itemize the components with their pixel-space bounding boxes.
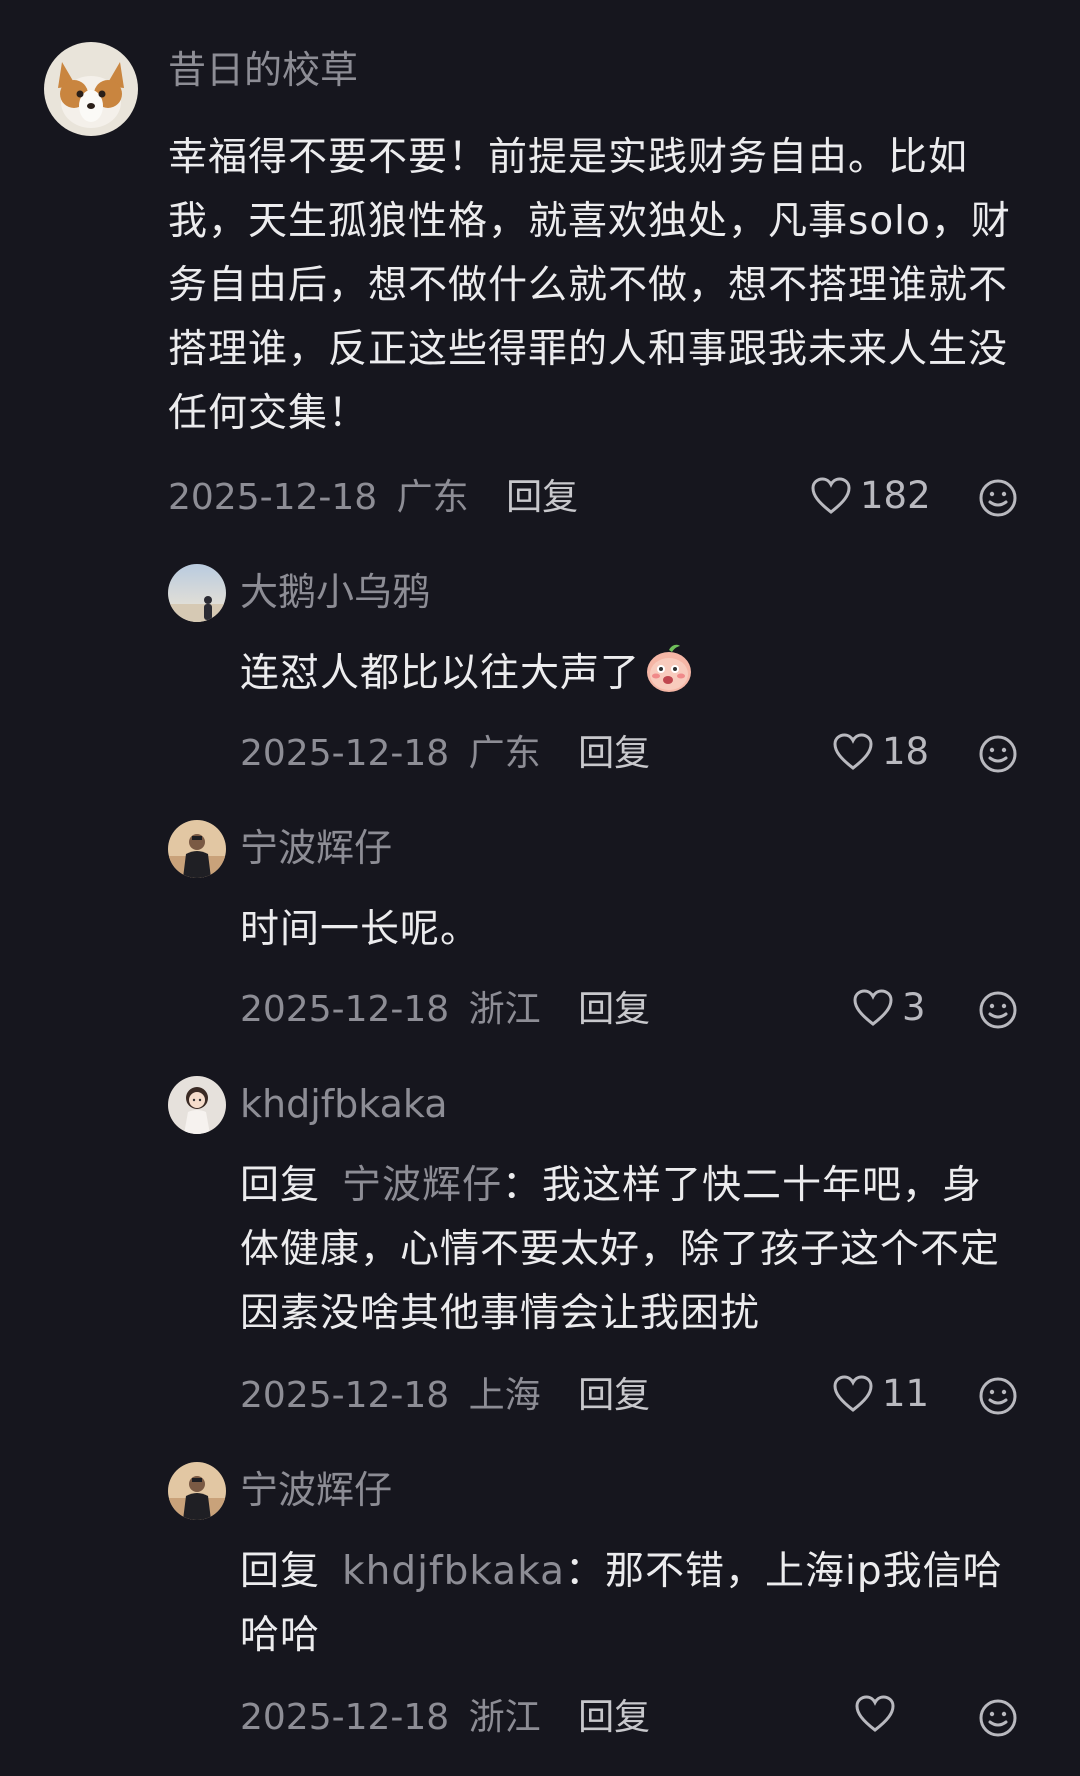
like-button[interactable]	[854, 1694, 904, 1734]
avatar[interactable]	[44, 42, 138, 136]
username[interactable]: 大鹅小乌鸦	[240, 570, 430, 614]
man-avatar-icon	[168, 1462, 226, 1520]
comment-location: 浙江	[468, 989, 541, 1030]
comment-meta: 2025-12-18 浙江 回复	[240, 1696, 650, 1740]
corgi-avatar-icon	[44, 42, 138, 136]
username[interactable]: khdjfbkaka	[240, 1082, 448, 1126]
like-button[interactable]: 18	[832, 730, 929, 774]
emoji-reaction-icon[interactable]	[978, 990, 1018, 1030]
username[interactable]: 宁波辉仔	[240, 826, 392, 870]
comment-text: 回复 宁波辉仔：我这样了快二十年吧，身 体健康，心情不要太好，除了孩子这个不定 因…	[240, 1154, 1040, 1346]
comment-text: 时间一长呢。	[240, 898, 1040, 962]
heart-icon	[853, 989, 893, 1026]
comment-meta: 2025-12-18 浙江 回复	[240, 988, 650, 1032]
comment-line: 我，天生孤狼性格，就喜欢独处，凡事solo，财	[168, 199, 1011, 244]
reply-button[interactable]: 回复	[578, 1375, 650, 1416]
like-count: 182	[860, 474, 931, 517]
mention-link[interactable]: khdjfbkaka	[342, 1549, 565, 1594]
reply-prefix: 回复	[240, 1549, 321, 1594]
comment-line: 回复 khdjfbkaka：那不错，上海ip我信哈	[240, 1540, 1040, 1604]
mention-link[interactable]: 宁波辉仔	[342, 1163, 502, 1208]
reply-button[interactable]: 回复	[578, 733, 650, 774]
comment-line: 因素没啥其他事情会让我困扰	[240, 1291, 761, 1336]
comment-date: 2025-12-18	[240, 1375, 450, 1416]
avatar[interactable]	[168, 564, 226, 622]
comment-date: 2025-12-18	[240, 989, 450, 1030]
comment-meta: 2025-12-18 广东 回复	[168, 476, 578, 520]
username[interactable]: 昔日的校草	[168, 48, 358, 92]
peach-face-emoji	[647, 644, 692, 692]
emoji-reaction-icon[interactable]	[978, 734, 1018, 774]
comment-text: 连怼人都比以往大声了	[240, 642, 1040, 706]
comment-date: 2025-12-18	[240, 733, 450, 774]
comment-line-text: ：那不错，上海ip我信哈	[565, 1549, 1003, 1594]
heart-icon	[833, 1375, 873, 1412]
comment-location: 广东	[396, 477, 469, 518]
comment-line: 务自由后，想不做什么就不做，想不搭理谁就不	[168, 263, 1009, 308]
silhouette-avatar-icon	[168, 564, 226, 622]
emoji-reaction-icon[interactable]	[978, 1376, 1018, 1416]
heart-icon	[811, 477, 851, 514]
comment-location: 广东	[468, 733, 541, 774]
comment-meta: 2025-12-18 上海 回复	[240, 1374, 650, 1418]
like-count: 11	[882, 1372, 930, 1415]
emoji-reaction-icon[interactable]	[978, 478, 1018, 518]
avatar[interactable]	[168, 820, 226, 878]
avatar[interactable]	[168, 1462, 226, 1520]
like-button[interactable]: 3	[852, 986, 926, 1030]
avatar[interactable]	[168, 1076, 226, 1134]
emoji-reaction-icon[interactable]	[978, 1698, 1018, 1738]
comment-location: 浙江	[468, 1697, 541, 1738]
heart-icon	[855, 1695, 895, 1732]
username[interactable]: 宁波辉仔	[240, 1468, 392, 1512]
comment-line: 哈哈	[240, 1613, 321, 1658]
comment-meta: 2025-12-18 广东 回复	[240, 732, 650, 776]
comment-line: 幸福得不要不要！前提是实践财务自由。比如	[168, 135, 969, 180]
comment-line-text: ：我这样了快二十年吧，身	[502, 1163, 983, 1208]
comment-date: 2025-12-18	[168, 477, 378, 518]
like-button[interactable]: 11	[832, 1372, 929, 1416]
reply-button[interactable]: 回复	[578, 989, 650, 1030]
comment-line: 连怼人都比以往大声了	[240, 651, 641, 696]
girl-avatar-icon	[168, 1076, 226, 1134]
comment-line: 回复 宁波辉仔：我这样了快二十年吧，身	[240, 1154, 1040, 1218]
reply-button[interactable]: 回复	[506, 477, 578, 518]
reply-button[interactable]: 回复	[578, 1697, 650, 1738]
comment-line: 任何交集！	[168, 391, 369, 436]
like-count: 3	[902, 986, 926, 1029]
comment-text: 幸福得不要不要！前提是实践财务自由。比如 我，天生孤狼性格，就喜欢独处，凡事so…	[168, 126, 1048, 446]
comment-location: 上海	[468, 1375, 541, 1416]
comment-date: 2025-12-18	[240, 1697, 450, 1738]
man-avatar-icon	[168, 820, 226, 878]
like-count: 18	[882, 730, 930, 773]
comment-text: 回复 khdjfbkaka：那不错，上海ip我信哈 哈哈	[240, 1540, 1040, 1668]
reply-prefix: 回复	[240, 1163, 321, 1208]
comment-line: 体健康，心情不要太好，除了孩子这个不定	[240, 1227, 1001, 1272]
like-button[interactable]: 182	[810, 474, 931, 518]
comment-line: 搭理谁，反正这些得罪的人和事跟我未来人生没	[168, 327, 1009, 372]
comment-line: 时间一长呢。	[240, 907, 481, 952]
heart-icon	[833, 733, 873, 770]
